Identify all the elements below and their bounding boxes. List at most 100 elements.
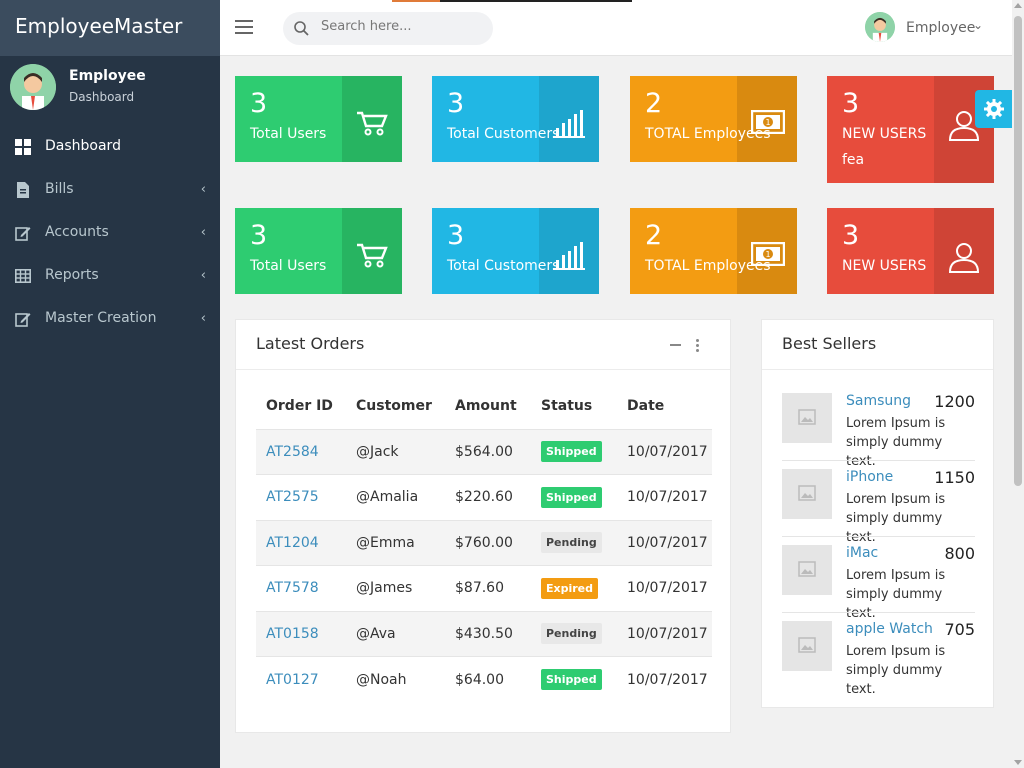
- stat-card[interactable]: 2 TOTAL Employees 1: [630, 76, 797, 162]
- chevron-down-icon: ⌄: [973, 18, 984, 32]
- collapse-icon[interactable]: [670, 344, 681, 346]
- stat-label: TOTAL Employees: [645, 126, 771, 142]
- latest-orders-panel: Latest Orders Order ID Customer Amount S…: [235, 319, 731, 733]
- product-name-link[interactable]: iPhone: [846, 469, 893, 485]
- product-sales: 800: [944, 544, 975, 563]
- product-thumbnail: [782, 545, 832, 595]
- status-badge: Shipped: [541, 486, 602, 508]
- chevron-left-icon: ‹: [200, 268, 206, 283]
- order-id-link[interactable]: AT2575: [266, 489, 319, 505]
- stat-value: 2: [645, 88, 663, 119]
- date-cell: 10/07/2017: [617, 429, 712, 475]
- sidebar-item-accounts[interactable]: Accounts ‹: [0, 212, 220, 255]
- progress-accent: [392, 0, 440, 2]
- stat-card[interactable]: 3 Total Customers: [432, 76, 599, 162]
- user-panel: Employee Dashboard: [0, 56, 220, 126]
- best-sellers-panel: Best Sellers Samsung 1200 Lorem Ipsum is…: [761, 319, 994, 708]
- file-icon: [15, 182, 31, 198]
- chevron-left-icon: ‹: [200, 182, 206, 197]
- stat-card[interactable]: 3 Total Users: [235, 208, 402, 294]
- amount-cell: $564.00: [445, 429, 531, 475]
- image-placeholder-icon: [798, 485, 816, 501]
- edit-icon: [15, 311, 31, 327]
- product-name-link[interactable]: apple Watch: [846, 621, 933, 637]
- stat-label: NEW USERS: [842, 126, 927, 142]
- table-row: AT2584 @Jack $564.00 Shipped 10/07/2017: [256, 429, 712, 475]
- date-cell: 10/07/2017: [617, 474, 712, 521]
- cart-icon: [357, 243, 388, 268]
- sidebar-item-master-creation[interactable]: Master Creation ‹: [0, 298, 220, 341]
- search-icon: [294, 21, 309, 40]
- stat-label: Total Users: [250, 258, 327, 274]
- stat-value: 3: [842, 220, 860, 251]
- order-id-link[interactable]: AT7578: [266, 580, 319, 596]
- stat-value: 3: [447, 220, 465, 251]
- table-row: AT2575 @Amalia $220.60 Shipped 10/07/201…: [256, 474, 712, 521]
- product-thumbnail: [782, 393, 832, 443]
- amount-cell: $760.00: [445, 520, 531, 566]
- stat-card[interactable]: 3 Total Users: [235, 76, 402, 162]
- stat-card[interactable]: 3 NEW USERS: [827, 208, 994, 294]
- order-id-link[interactable]: AT1204: [266, 535, 319, 551]
- search-input[interactable]: [321, 19, 481, 34]
- stat-label: Total Users: [250, 126, 327, 142]
- brand-logo[interactable]: EmployeeMaster: [0, 0, 220, 56]
- status-badge: Pending: [541, 623, 602, 645]
- product-name-link[interactable]: iMac: [846, 545, 878, 561]
- date-cell: 10/07/2017: [617, 565, 712, 612]
- stat-card[interactable]: 3 Total Customers: [432, 208, 599, 294]
- sidebar-item-label: Bills: [45, 181, 74, 197]
- stat-label: NEW USERS: [842, 258, 927, 274]
- product-thumbnail: [782, 621, 832, 671]
- column-header: Date: [617, 384, 712, 430]
- sidebar-item-reports[interactable]: Reports ‹: [0, 255, 220, 298]
- sidebar: EmployeeMaster Employee Dashboard Dashbo…: [0, 0, 220, 768]
- amount-cell: $430.50: [445, 611, 531, 657]
- stat-card[interactable]: 2 TOTAL Employees 1: [630, 208, 797, 294]
- table-row: AT0127 @Noah $64.00 Shipped 10/07/2017: [256, 657, 712, 703]
- scrollbar-thumb[interactable]: [1014, 16, 1022, 486]
- product-sales: 705: [944, 620, 975, 639]
- list-item: Samsung 1200 Lorem Ipsum is simply dummy…: [782, 392, 975, 469]
- page-scrollbar[interactable]: [1012, 0, 1024, 768]
- image-placeholder-icon: [798, 409, 816, 425]
- status-badge: Shipped: [541, 441, 602, 463]
- table-row: AT7578 @James $87.60 Expired 10/07/2017: [256, 565, 712, 612]
- column-header: Amount: [445, 384, 531, 430]
- order-id-link[interactable]: AT2584: [266, 444, 319, 460]
- table-row: AT1204 @Emma $760.00 Pending 10/07/2017: [256, 520, 712, 566]
- stat-value: 2: [645, 220, 663, 251]
- table-icon: [15, 268, 31, 284]
- image-placeholder-icon: [798, 637, 816, 653]
- list-item: iPhone 1150 Lorem Ipsum is simply dummy …: [782, 468, 975, 545]
- orders-table: Order ID Customer Amount Status Date AT2…: [256, 384, 712, 702]
- menu-toggle-icon[interactable]: [235, 20, 253, 34]
- column-header: Status: [531, 384, 617, 430]
- stat-value: 3: [447, 88, 465, 119]
- scroll-up-icon[interactable]: [1014, 3, 1022, 8]
- stat-value: 3: [250, 220, 268, 251]
- search-box: [283, 12, 493, 45]
- column-header: Customer: [346, 384, 445, 430]
- order-id-link[interactable]: AT0127: [266, 672, 319, 688]
- sidebar-item-dashboard[interactable]: Dashboard: [0, 126, 220, 169]
- customer-cell: @Jack: [346, 429, 445, 475]
- stat-card[interactable]: 3 NEW USERS fea: [827, 76, 994, 183]
- stat-value: 3: [250, 88, 268, 119]
- chevron-left-icon: ‹: [200, 311, 206, 326]
- customer-cell: @James: [346, 565, 445, 612]
- amount-cell: $87.60: [445, 565, 531, 612]
- more-options-icon[interactable]: [696, 339, 699, 354]
- product-name-link[interactable]: Samsung: [846, 393, 911, 409]
- topbar: Employee ⌄: [220, 0, 1012, 56]
- amount-cell: $220.60: [445, 474, 531, 521]
- edit-icon: [15, 225, 31, 241]
- sidebar-item-bills[interactable]: Bills ‹: [0, 169, 220, 212]
- user-name: Employee: [69, 68, 146, 84]
- sidebar-item-label: Accounts: [45, 224, 109, 240]
- product-description: Lorem Ipsum is simply dummy text.: [846, 492, 946, 545]
- settings-button[interactable]: [975, 90, 1012, 128]
- scroll-down-icon[interactable]: [1014, 760, 1022, 765]
- order-id-link[interactable]: AT0158: [266, 626, 319, 642]
- product-sales: 1200: [934, 392, 975, 411]
